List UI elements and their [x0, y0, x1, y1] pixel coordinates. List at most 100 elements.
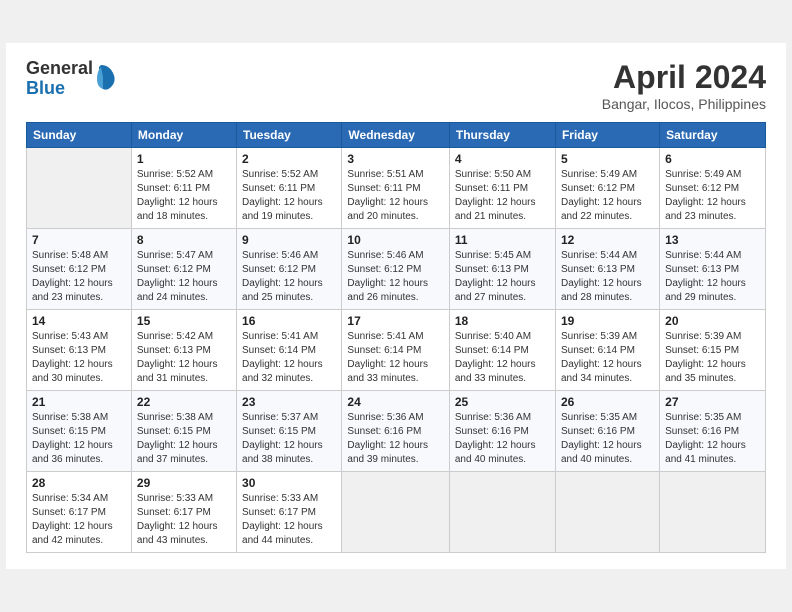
day-info: Sunrise: 5:45 AMSunset: 6:13 PMDaylight:… [455, 249, 550, 305]
day-header-saturday: Saturday [660, 123, 766, 148]
day-info: Sunrise: 5:40 AMSunset: 6:14 PMDaylight:… [455, 330, 550, 386]
day-number: 29 [137, 476, 231, 490]
day-number: 20 [665, 314, 760, 328]
day-number: 28 [32, 476, 126, 490]
calendar-cell: 11 Sunrise: 5:45 AMSunset: 6:13 PMDayligh… [449, 229, 555, 310]
calendar-cell: 13 Sunrise: 5:44 AMSunset: 6:13 PMDayligh… [660, 229, 766, 310]
header: General Blue April 2024 Bangar, Ilocos, … [26, 59, 766, 112]
day-info: Sunrise: 5:34 AMSunset: 6:17 PMDaylight:… [32, 492, 126, 548]
day-info: Sunrise: 5:41 AMSunset: 6:14 PMDaylight:… [242, 330, 336, 386]
day-info: Sunrise: 5:49 AMSunset: 6:12 PMDaylight:… [561, 168, 654, 224]
logo-blue: Blue [26, 79, 93, 99]
day-number: 1 [137, 152, 231, 166]
day-number: 10 [347, 233, 443, 247]
day-info: Sunrise: 5:46 AMSunset: 6:12 PMDaylight:… [347, 249, 443, 305]
day-info: Sunrise: 5:37 AMSunset: 6:15 PMDaylight:… [242, 411, 336, 467]
calendar-cell: 25Sunrise: 5:36 AMSunset: 6:16 PMDayligh… [449, 391, 555, 472]
day-info: Sunrise: 5:38 AMSunset: 6:15 PMDaylight:… [137, 411, 231, 467]
calendar-cell: 3 Sunrise: 5:51 AMSunset: 6:11 PMDaylight… [342, 148, 449, 229]
day-number: 4 [455, 152, 550, 166]
day-number: 9 [242, 233, 336, 247]
day-number: 6 [665, 152, 760, 166]
calendar-cell: 28 Sunrise: 5:34 AMSunset: 6:17 PMDayligh… [27, 472, 132, 553]
calendar-cell: 27 Sunrise: 5:35 AMSunset: 6:16 PMDayligh… [660, 391, 766, 472]
day-info: Sunrise: 5:52 AMSunset: 6:11 PMDaylight:… [242, 168, 336, 224]
calendar-cell: 19Sunrise: 5:39 AMSunset: 6:14 PMDayligh… [555, 310, 659, 391]
calendar-cell: 18 Sunrise: 5:40 AMSunset: 6:14 PMDayligh… [449, 310, 555, 391]
location: Bangar, Ilocos, Philippines [602, 96, 766, 112]
day-number: 26 [561, 395, 654, 409]
day-number: 8 [137, 233, 231, 247]
day-info: Sunrise: 5:46 AMSunset: 6:12 PMDaylight:… [242, 249, 336, 305]
day-header-sunday: Sunday [27, 123, 132, 148]
calendar-cell: 14Sunrise: 5:43 AMSunset: 6:13 PMDayligh… [27, 310, 132, 391]
calendar-table: SundayMondayTuesdayWednesdayThursdayFrid… [26, 122, 766, 553]
logo-general: General [26, 59, 93, 79]
week-row-4: 28 Sunrise: 5:34 AMSunset: 6:17 PMDayligh… [27, 472, 766, 553]
calendar-cell: 10 Sunrise: 5:46 AMSunset: 6:12 PMDayligh… [342, 229, 449, 310]
calendar-cell: 5 Sunrise: 5:49 AMSunset: 6:12 PMDaylight… [555, 148, 659, 229]
day-number: 11 [455, 233, 550, 247]
calendar-page: General Blue April 2024 Bangar, Ilocos, … [6, 43, 786, 569]
day-info: Sunrise: 5:48 AMSunset: 6:12 PMDaylight:… [32, 249, 126, 305]
day-info: Sunrise: 5:35 AMSunset: 6:16 PMDaylight:… [665, 411, 760, 467]
calendar-cell [555, 472, 659, 553]
calendar-cell: 15 Sunrise: 5:42 AMSunset: 6:13 PMDayligh… [131, 310, 236, 391]
day-info: Sunrise: 5:47 AMSunset: 6:12 PMDaylight:… [137, 249, 231, 305]
calendar-cell [27, 148, 132, 229]
day-number: 5 [561, 152, 654, 166]
day-header-monday: Monday [131, 123, 236, 148]
week-row-3: 21 Sunrise: 5:38 AMSunset: 6:15 PMDayligh… [27, 391, 766, 472]
day-info: Sunrise: 5:33 AMSunset: 6:17 PMDaylight:… [242, 492, 336, 548]
day-header-tuesday: Tuesday [237, 123, 342, 148]
day-info: Sunrise: 5:35 AMSunset: 6:16 PMDaylight:… [561, 411, 654, 467]
day-info: Sunrise: 5:44 AMSunset: 6:13 PMDaylight:… [665, 249, 760, 305]
calendar-cell: 12Sunrise: 5:44 AMSunset: 6:13 PMDayligh… [555, 229, 659, 310]
calendar-cell: 29Sunrise: 5:33 AMSunset: 6:17 PMDayligh… [131, 472, 236, 553]
calendar-cell: 24Sunrise: 5:36 AMSunset: 6:16 PMDayligh… [342, 391, 449, 472]
day-header-thursday: Thursday [449, 123, 555, 148]
calendar-cell [449, 472, 555, 553]
logo-icon [95, 63, 117, 91]
day-info: Sunrise: 5:42 AMSunset: 6:13 PMDaylight:… [137, 330, 231, 386]
day-number: 14 [32, 314, 126, 328]
day-number: 13 [665, 233, 760, 247]
day-number: 27 [665, 395, 760, 409]
calendar-cell: 17 Sunrise: 5:41 AMSunset: 6:14 PMDayligh… [342, 310, 449, 391]
calendar-cell: 8 Sunrise: 5:47 AMSunset: 6:12 PMDaylight… [131, 229, 236, 310]
calendar-cell: 20 Sunrise: 5:39 AMSunset: 6:15 PMDayligh… [660, 310, 766, 391]
calendar-cell: 4 Sunrise: 5:50 AMSunset: 6:11 PMDaylight… [449, 148, 555, 229]
day-number: 23 [242, 395, 336, 409]
calendar-cell: 1Sunrise: 5:52 AMSunset: 6:11 PMDaylight… [131, 148, 236, 229]
day-info: Sunrise: 5:36 AMSunset: 6:16 PMDaylight:… [347, 411, 443, 467]
calendar-cell [660, 472, 766, 553]
day-header-friday: Friday [555, 123, 659, 148]
day-number: 18 [455, 314, 550, 328]
day-number: 21 [32, 395, 126, 409]
day-info: Sunrise: 5:39 AMSunset: 6:15 PMDaylight:… [665, 330, 760, 386]
calendar-cell: 30 Sunrise: 5:33 AMSunset: 6:17 PMDayligh… [237, 472, 342, 553]
day-info: Sunrise: 5:50 AMSunset: 6:11 PMDaylight:… [455, 168, 550, 224]
day-info: Sunrise: 5:51 AMSunset: 6:11 PMDaylight:… [347, 168, 443, 224]
logo: General Blue [26, 59, 117, 99]
calendar-cell: 21 Sunrise: 5:38 AMSunset: 6:15 PMDayligh… [27, 391, 132, 472]
calendar-cell: 16 Sunrise: 5:41 AMSunset: 6:14 PMDayligh… [237, 310, 342, 391]
day-info: Sunrise: 5:49 AMSunset: 6:12 PMDaylight:… [665, 168, 760, 224]
day-info: Sunrise: 5:44 AMSunset: 6:13 PMDaylight:… [561, 249, 654, 305]
day-number: 7 [32, 233, 126, 247]
day-number: 30 [242, 476, 336, 490]
month-title: April 2024 [602, 59, 766, 96]
day-number: 19 [561, 314, 654, 328]
week-row-0: 1 Sunrise: 5:52 AMSunset: 6:11 PMDaylight… [27, 148, 766, 229]
calendar-cell: 22Sunrise: 5:38 AMSunset: 6:15 PMDayligh… [131, 391, 236, 472]
calendar-cell: 6 Sunrise: 5:49 AMSunset: 6:12 PMDaylight… [660, 148, 766, 229]
day-number: 17 [347, 314, 443, 328]
day-number: 3 [347, 152, 443, 166]
day-number: 15 [137, 314, 231, 328]
day-info: Sunrise: 5:41 AMSunset: 6:14 PMDaylight:… [347, 330, 443, 386]
day-info: Sunrise: 5:38 AMSunset: 6:15 PMDaylight:… [32, 411, 126, 467]
day-number: 16 [242, 314, 336, 328]
calendar-cell: 2Sunrise: 5:52 AMSunset: 6:11 PMDaylight… [237, 148, 342, 229]
calendar-cell [342, 472, 449, 553]
day-header-wednesday: Wednesday [342, 123, 449, 148]
